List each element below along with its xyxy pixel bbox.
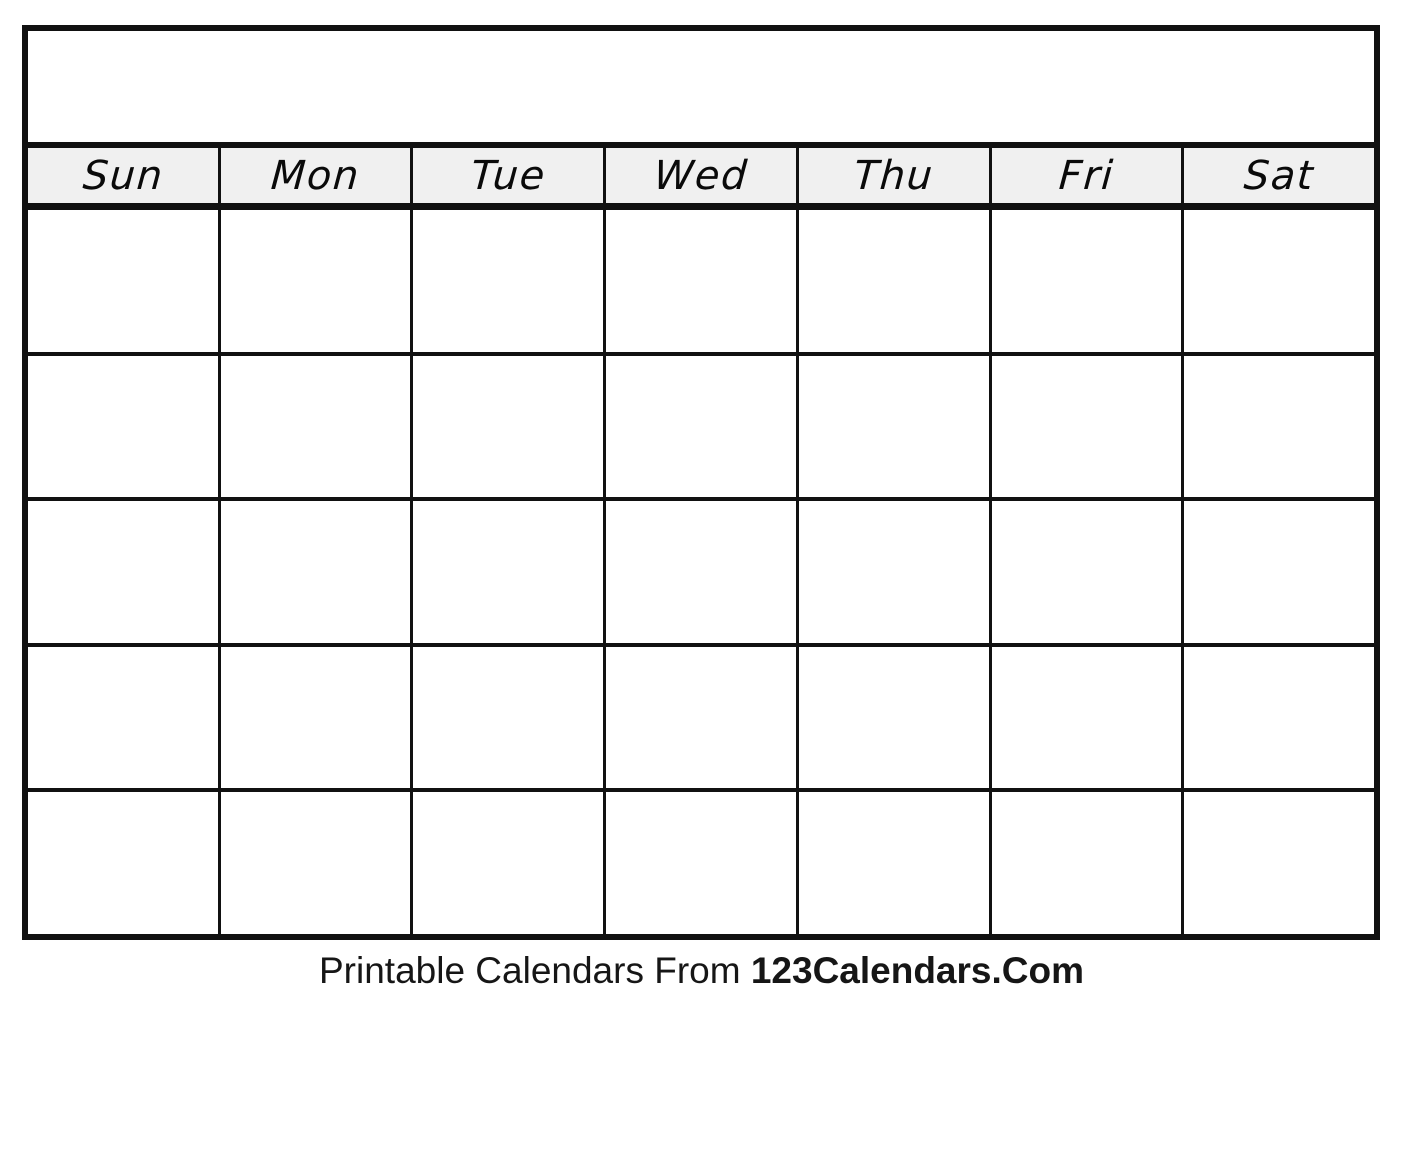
day-cell[interactable] bbox=[606, 646, 799, 789]
day-cell[interactable] bbox=[1184, 210, 1375, 352]
day-cell[interactable] bbox=[413, 646, 607, 789]
day-cell[interactable] bbox=[1184, 501, 1375, 643]
day-cell[interactable] bbox=[220, 501, 414, 643]
day-cell[interactable] bbox=[606, 210, 799, 352]
day-cell[interactable] bbox=[798, 501, 992, 643]
calendar-table: Sun Mon Tue Wed Thu Fri Sat bbox=[22, 25, 1380, 940]
weekday-header-wed: Wed bbox=[606, 148, 799, 203]
day-cell[interactable] bbox=[991, 792, 1185, 934]
day-cell[interactable] bbox=[991, 501, 1185, 643]
weekday-header-fri: Fri bbox=[991, 148, 1185, 203]
week-row bbox=[28, 646, 1375, 793]
day-cell[interactable] bbox=[606, 501, 799, 643]
day-cell[interactable] bbox=[28, 646, 221, 789]
weekday-label-fri: Fri bbox=[1057, 152, 1116, 199]
weekday-header-thu: Thu bbox=[798, 148, 992, 203]
week-row bbox=[28, 501, 1375, 647]
day-cell[interactable] bbox=[606, 355, 799, 498]
day-cell[interactable] bbox=[991, 646, 1185, 789]
weekday-label-sun: Sun bbox=[80, 152, 165, 199]
day-cell[interactable] bbox=[413, 792, 607, 934]
month-title-row[interactable] bbox=[28, 31, 1374, 148]
weekday-header-sat: Sat bbox=[1184, 148, 1375, 203]
weekday-label-mon: Mon bbox=[269, 152, 362, 199]
weekday-label-tue: Tue bbox=[469, 152, 548, 199]
day-cell[interactable] bbox=[413, 355, 607, 498]
day-cell[interactable] bbox=[991, 210, 1185, 352]
day-cell[interactable] bbox=[1184, 355, 1375, 498]
day-cell[interactable] bbox=[220, 792, 414, 934]
day-cell[interactable] bbox=[28, 355, 221, 498]
calendar-weeks-body bbox=[28, 210, 1375, 934]
day-cell[interactable] bbox=[798, 210, 992, 352]
weekday-label-sat: Sat bbox=[1242, 152, 1316, 199]
calendar-page: Sun Mon Tue Wed Thu Fri Sat Printable Ca… bbox=[0, 0, 1403, 1153]
week-row bbox=[28, 792, 1375, 934]
day-cell[interactable] bbox=[28, 210, 221, 352]
weekday-label-thu: Thu bbox=[852, 152, 936, 199]
weekday-label-wed: Wed bbox=[652, 152, 750, 199]
footer-credit: Printable Calendars From 123Calendars.Co… bbox=[0, 948, 1403, 994]
weekday-header-sun: Sun bbox=[28, 148, 221, 203]
weekday-header-row: Sun Mon Tue Wed Thu Fri Sat bbox=[28, 148, 1375, 210]
day-cell[interactable] bbox=[1184, 646, 1375, 789]
weekday-header-tue: Tue bbox=[413, 148, 607, 203]
day-cell[interactable] bbox=[1184, 792, 1375, 934]
day-cell[interactable] bbox=[991, 355, 1185, 498]
day-cell[interactable] bbox=[220, 646, 414, 789]
footer-credit-prefix: Printable Calendars From bbox=[319, 950, 751, 991]
footer-credit-brand: 123Calendars.Com bbox=[750, 950, 1084, 991]
day-cell[interactable] bbox=[413, 210, 607, 352]
day-cell[interactable] bbox=[798, 355, 992, 498]
day-cell[interactable] bbox=[413, 501, 607, 643]
calendar-table-inner: Sun Mon Tue Wed Thu Fri Sat bbox=[28, 31, 1375, 934]
week-row bbox=[28, 355, 1375, 502]
day-cell[interactable] bbox=[220, 355, 414, 498]
day-cell[interactable] bbox=[798, 792, 992, 934]
weekday-header-mon: Mon bbox=[220, 148, 414, 203]
day-cell[interactable] bbox=[606, 792, 799, 934]
day-cell[interactable] bbox=[798, 646, 992, 789]
day-cell[interactable] bbox=[28, 501, 221, 643]
week-row bbox=[28, 210, 1375, 356]
day-cell[interactable] bbox=[28, 792, 221, 934]
day-cell[interactable] bbox=[220, 210, 414, 352]
